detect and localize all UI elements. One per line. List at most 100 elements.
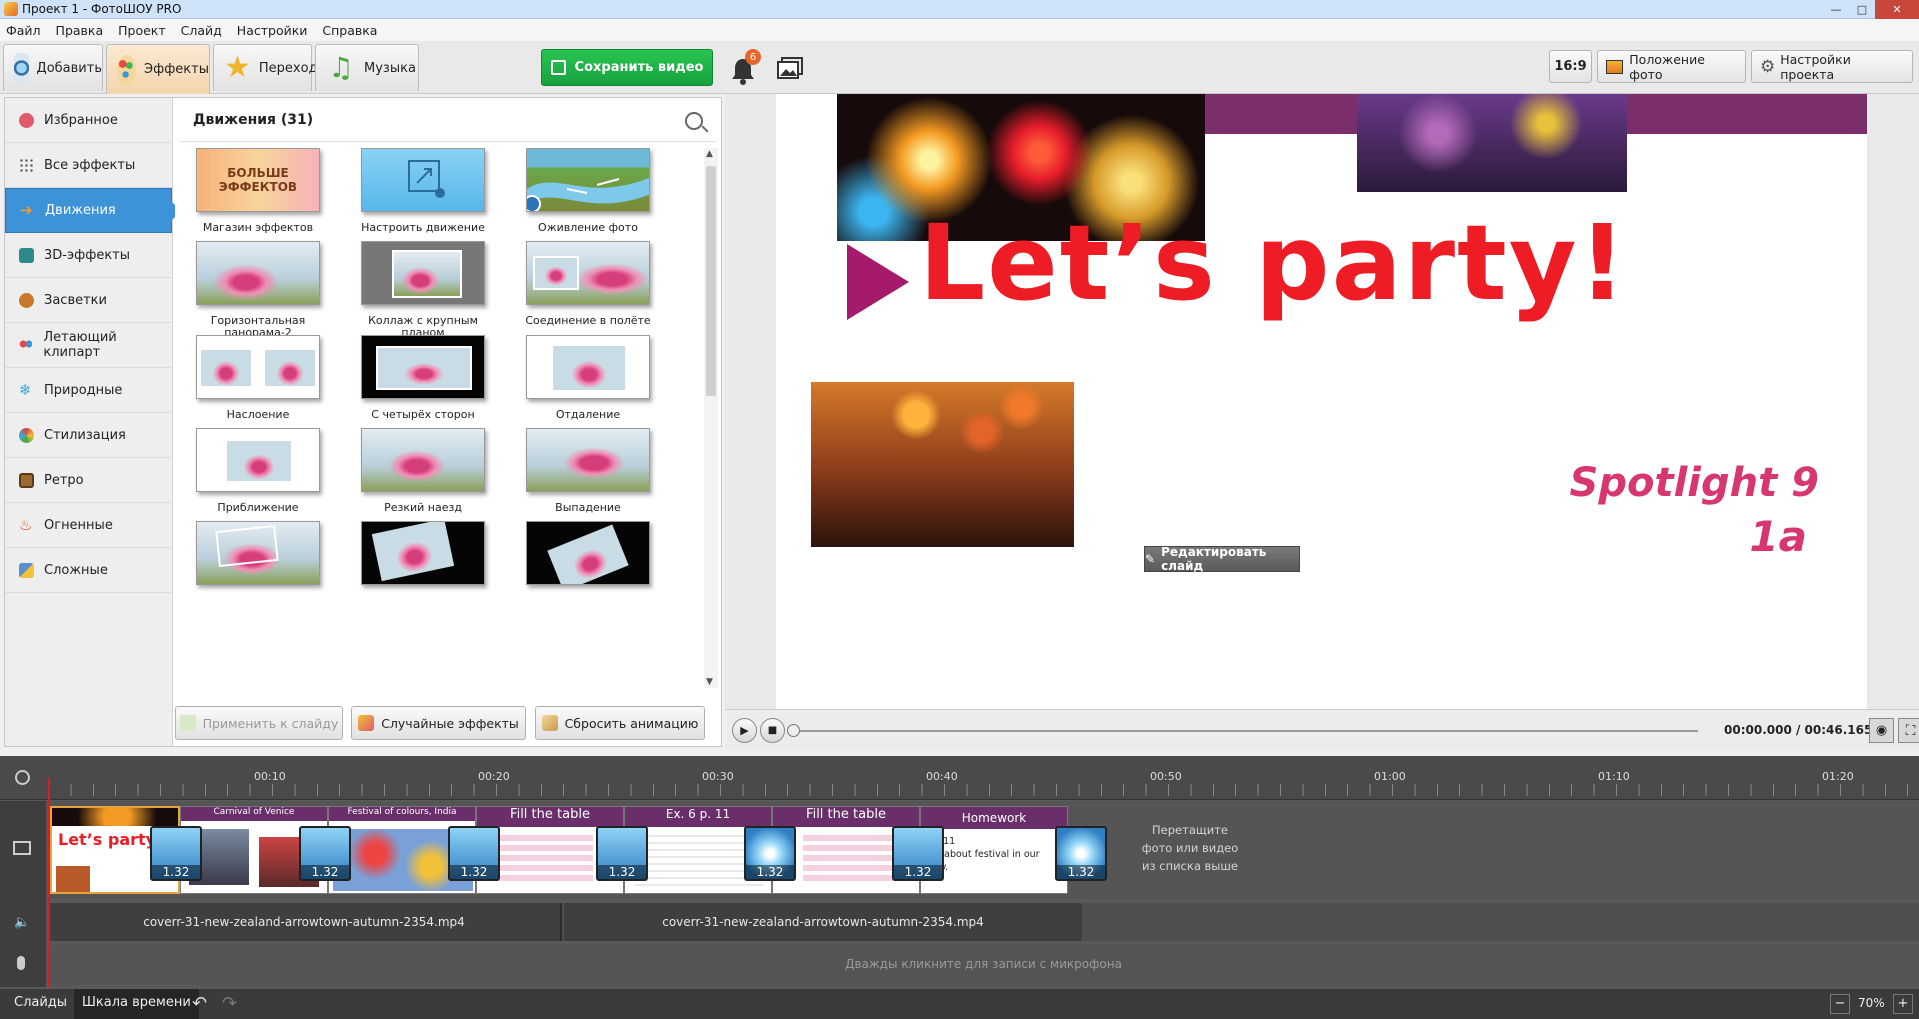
effect-label: Оживление фото — [538, 221, 638, 234]
mic-track[interactable]: Дважды кликните для записи с микрофона — [48, 945, 1919, 985]
menu-project[interactable]: Проект — [118, 23, 166, 38]
sidebar-item-stylization[interactable]: Стилизация — [5, 413, 172, 458]
seek-bar[interactable] — [793, 730, 1698, 732]
tab-add[interactable]: Добавить — [3, 44, 103, 91]
slideshow-icon[interactable] — [776, 55, 806, 81]
camera-icon — [14, 53, 29, 83]
save-video-button[interactable]: Сохранить видео — [541, 49, 713, 86]
effect-tile-photo-animation[interactable]: Оживление фото — [513, 148, 663, 234]
transition-block[interactable]: 1.32 — [299, 826, 351, 881]
sidebar-item-retro[interactable]: Ретро — [5, 458, 172, 503]
transition-block[interactable]: 1.32 — [448, 826, 500, 881]
tick-label: 01:00 — [1374, 770, 1406, 783]
tick-label: 01:10 — [1598, 770, 1630, 783]
sidebar-item-clipart[interactable]: Летающий клипарт — [5, 323, 172, 368]
effect-tile-flight-join[interactable]: Соединение в полёте — [513, 241, 663, 327]
photo-position-button[interactable]: Положение фото — [1597, 50, 1746, 83]
flame-icon: ♨ — [19, 515, 33, 534]
transition-block[interactable]: 1.32 — [1055, 826, 1107, 881]
menu-file[interactable]: Файл — [6, 23, 41, 38]
effects-sidebar: Избранное Все эффекты ➔ Движения 3D-эффек… — [5, 98, 181, 746]
menu-settings[interactable]: Настройки — [237, 23, 308, 38]
sidebar-item-all[interactable]: Все эффекты — [5, 143, 172, 188]
magic-wand-icon — [358, 715, 375, 731]
time-ruler[interactable]: 00:10 00:20 00:30 00:40 00:50 01:00 01:1… — [0, 756, 1919, 800]
timeline-tab[interactable]: Шкала времени — [74, 989, 199, 1019]
effect-tile-overlay[interactable]: Наслоение — [183, 335, 333, 421]
audio-clip[interactable]: coverr-31-new-zealand-arrowtown-autumn-2… — [564, 903, 1082, 941]
menu-edit[interactable]: Правка — [56, 23, 104, 38]
sidebar-item-nature[interactable]: ❄ Природные — [5, 368, 172, 413]
playhead[interactable] — [48, 778, 50, 988]
close-button[interactable]: ✕ — [1875, 0, 1919, 19]
window-controls: — □ ✕ — [1823, 0, 1919, 19]
transition-block[interactable]: 1.32 — [744, 826, 796, 881]
menu-help[interactable]: Справка — [322, 23, 377, 38]
effect-label: Наслоение — [226, 408, 290, 421]
maximize-button[interactable]: □ — [1849, 0, 1875, 19]
tab-effects[interactable]: Эффекты — [106, 44, 210, 94]
effect-tile-custom-motion[interactable]: Настроить движение — [348, 148, 498, 234]
slide-canvas[interactable]: Let’s party! Spotlight 9 1a ✎ Редактирова… — [776, 94, 1867, 709]
undo-icon[interactable]: ↶ — [192, 993, 207, 1014]
slide-title: Let’s party! — [919, 202, 1628, 324]
effect-thumb — [526, 241, 650, 305]
sidebar-item-flares[interactable]: Засветки — [5, 278, 172, 323]
effect-tile-zoom-out[interactable]: Отдаление — [513, 335, 663, 421]
slides-tab[interactable]: Слайды — [6, 995, 75, 1010]
effect-tile-h-pan[interactable]: Горизонтальная панорама-2 — [183, 241, 333, 339]
track-headers: 🔈 — [0, 801, 46, 987]
sidebar-item-fire[interactable]: ♨ Огненные — [5, 503, 172, 548]
transition-block[interactable]: 1.32 — [150, 826, 202, 881]
effects-scrollbar[interactable]: ▲ ▼ — [704, 148, 718, 688]
tick-label: 01:20 — [1822, 770, 1854, 783]
tab-transitions[interactable]: ★ Переходы — [213, 44, 328, 91]
seek-handle[interactable] — [787, 724, 800, 737]
effect-tile[interactable] — [513, 521, 663, 595]
redo-icon[interactable]: ↷ — [222, 993, 237, 1014]
audio-clip[interactable]: coverr-31-new-zealand-arrowtown-autumn-2… — [48, 903, 562, 941]
zoom-in-button[interactable]: + — [1893, 994, 1913, 1014]
effect-tile-sharp-zoom[interactable]: Резкий наезд — [348, 428, 498, 514]
pencil-icon: ✎ — [1145, 552, 1156, 566]
menu-slide[interactable]: Слайд — [181, 23, 222, 38]
effect-tile[interactable] — [348, 521, 498, 595]
transition-block[interactable]: 1.32 — [596, 826, 648, 881]
tab-music[interactable]: ♫ Музыка — [315, 44, 419, 91]
status-bar: Слайды Шкала времени ↶ ↷ − 70% + — [0, 989, 1919, 1019]
minimize-button[interactable]: — — [1823, 0, 1849, 19]
microphone-icon — [17, 956, 25, 970]
tick-label: 00:50 — [1150, 770, 1182, 783]
zoom-out-button[interactable]: − — [1830, 994, 1850, 1014]
transition-block[interactable]: 1.32 — [892, 826, 944, 881]
sidebar-item-favorites[interactable]: Избранное — [5, 98, 172, 143]
sidebar-item-motions[interactable]: ➔ Движения — [5, 188, 181, 233]
edit-slide-button[interactable]: ✎ Редактировать слайд — [1144, 545, 1300, 573]
project-settings-button[interactable]: ⚙ Настройки проекта — [1751, 50, 1913, 83]
effect-tile-store[interactable]: БОЛЬШЕ ЭФФЕКТОВ Магазин эффектов — [183, 148, 333, 234]
aspect-ratio-button[interactable]: 16:9 — [1549, 50, 1592, 83]
effect-tile-four-sides[interactable]: С четырёх сторон — [348, 335, 498, 421]
apply-to-slide-button[interactable]: Применить к слайду — [175, 706, 343, 740]
reset-animation-button[interactable]: Сбросить анимацию — [535, 706, 705, 740]
fullscreen-icon[interactable]: ⛶ — [1898, 718, 1919, 743]
scroll-down-icon[interactable]: ▼ — [706, 677, 713, 687]
effect-tile-fall-out[interactable]: Выпадение — [513, 428, 663, 514]
sidebar-item-3d[interactable]: 3D-эффекты — [5, 233, 172, 278]
effect-thumb — [526, 335, 650, 399]
stop-button[interactable]: ■ — [760, 718, 785, 743]
random-effects-button[interactable]: Случайные эффекты — [351, 706, 526, 740]
spotlight-title: Spotlight 9 — [1569, 460, 1819, 506]
scroll-thumb[interactable] — [706, 166, 716, 396]
scroll-up-icon[interactable]: ▲ — [706, 149, 713, 159]
search-icon[interactable] — [685, 112, 703, 130]
effect-tile[interactable] — [183, 521, 333, 595]
mic-hint: Дважды кликните для записи с микрофона — [845, 957, 1122, 971]
snapshot-icon[interactable]: ◉ — [1869, 718, 1894, 743]
sidebar-item-complex[interactable]: Сложные — [5, 548, 172, 593]
play-button[interactable]: ▶ — [732, 718, 757, 743]
audio-track: coverr-31-new-zealand-arrowtown-autumn-2… — [48, 903, 1919, 941]
effect-tile-zoom-in[interactable]: Приближение — [183, 428, 333, 514]
effect-thumb — [196, 428, 320, 492]
effect-tile-collage[interactable]: Коллаж с крупным планом — [348, 241, 498, 339]
